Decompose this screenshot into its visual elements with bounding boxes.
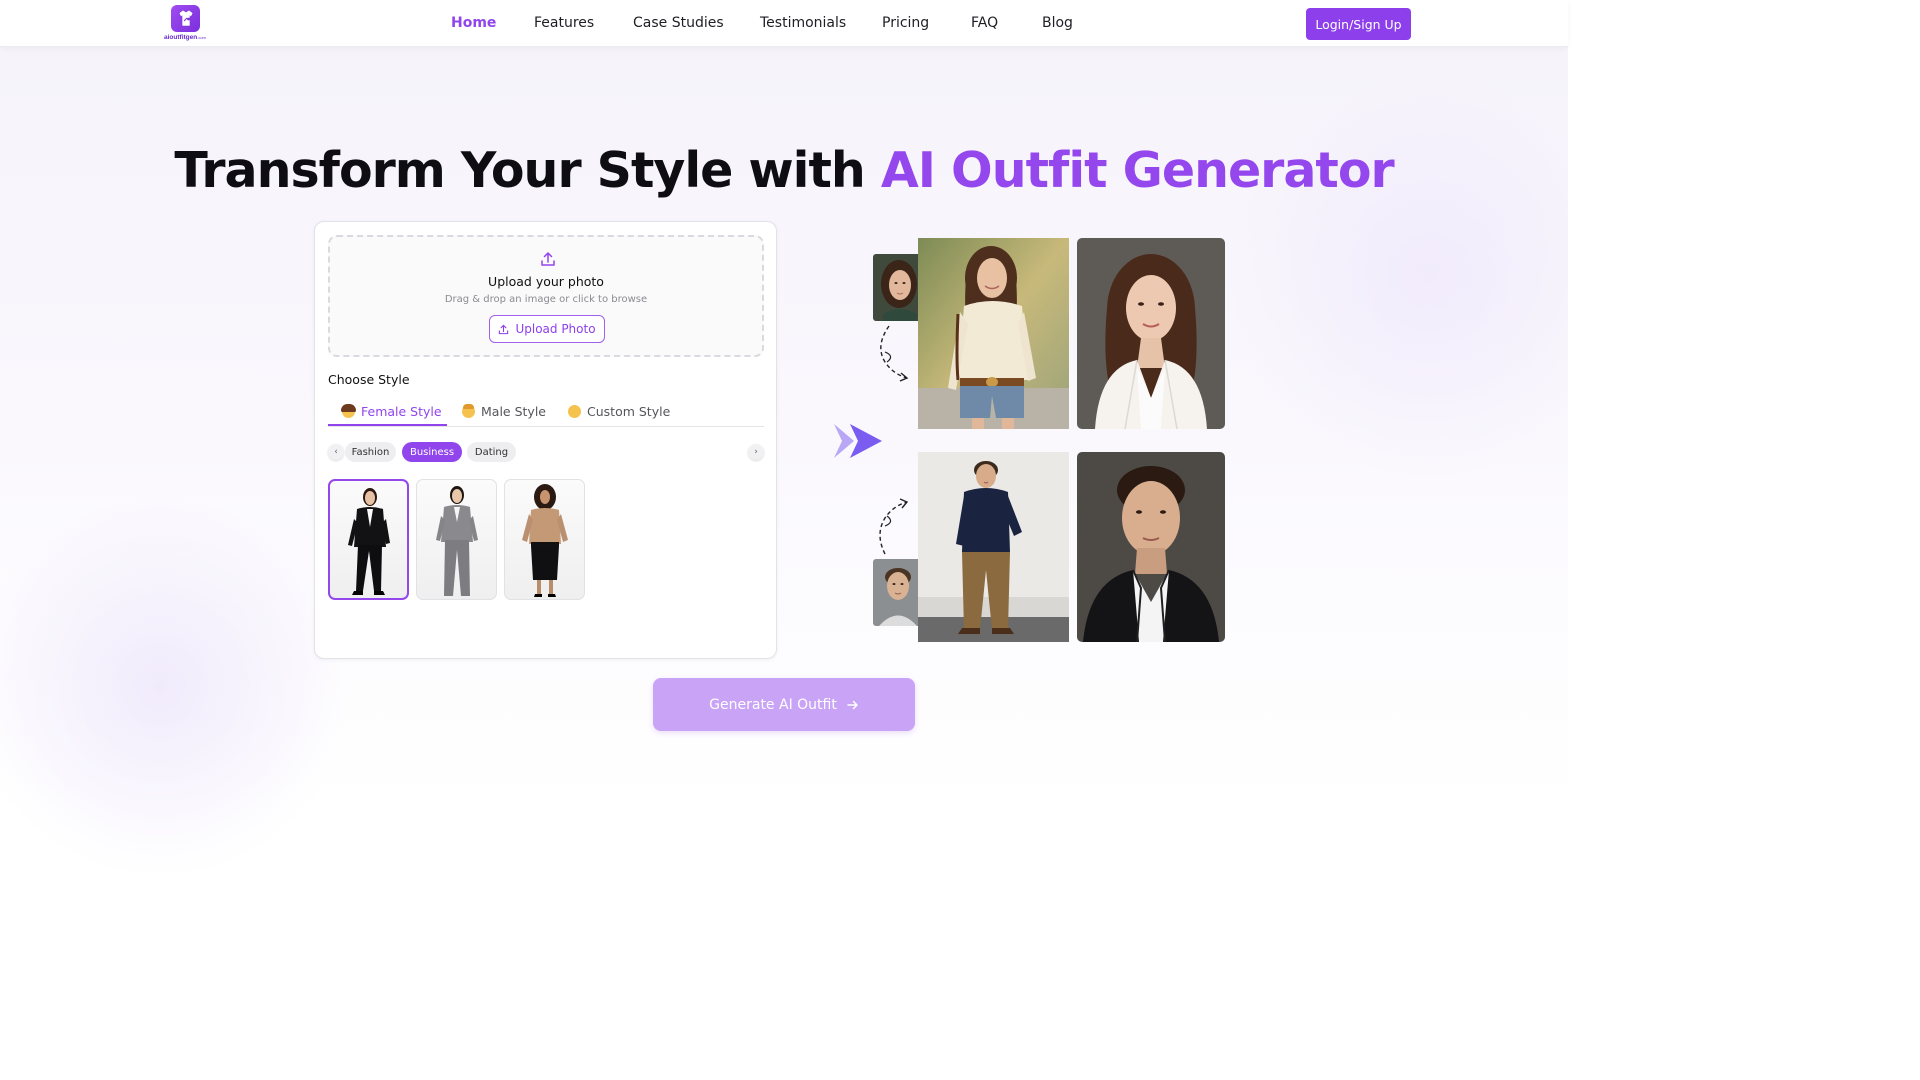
nav-pricing[interactable]: Pricing [882, 15, 929, 31]
nav-blog[interactable]: Blog [1042, 15, 1073, 31]
nav-case-studies[interactable]: Case Studies [633, 15, 724, 31]
chevron-right-icon[interactable]: › [748, 444, 764, 460]
nav-testimonials[interactable]: Testimonials [760, 15, 846, 31]
curved-arrow-up-icon [879, 498, 909, 555]
chip-dating[interactable]: Dating [467, 442, 516, 462]
outfit-thumb-satin-blouse[interactable] [504, 479, 585, 600]
double-chevron-right-icon [834, 424, 882, 458]
hero-title-accent: AI Outfit Generator [880, 142, 1395, 199]
style-category-chips: ‹ Fashion Business Dating › [328, 442, 764, 464]
tab-custom-style[interactable]: Custom Style [568, 404, 670, 419]
outfit-generator-card: Upload your photo Drag & drop an image o… [314, 221, 777, 659]
nav-features[interactable]: Features [534, 15, 594, 31]
input-selfie-man [873, 559, 923, 626]
woman-emoji-icon [341, 404, 356, 418]
chevron-left-icon[interactable]: ‹ [328, 444, 344, 460]
tab-female-style[interactable]: Female Style [341, 404, 442, 419]
man-emoji-icon [462, 404, 475, 418]
nav-home[interactable]: Home [451, 15, 496, 31]
source-outfit-woman [918, 238, 1069, 429]
tab-male-style[interactable]: Male Style [462, 404, 546, 419]
chip-fashion[interactable]: Fashion [345, 442, 396, 462]
style-tabs: Female Style Male Style Custom Style [328, 398, 764, 427]
upload-icon [541, 252, 555, 266]
hero-title-plain: Transform Your Style with [174, 142, 881, 199]
curved-arrow-down-icon [880, 325, 909, 382]
site-header: aioutfitgen.com Home Features Case Studi… [0, 0, 1568, 47]
upload-dropzone[interactable]: Upload your photo Drag & drop an image o… [328, 235, 764, 357]
tab-female-label: Female Style [361, 404, 442, 419]
outfit-thumb-black-suit[interactable] [328, 479, 409, 600]
hero-title: Transform Your Style with AI Outfit Gene… [0, 142, 1568, 199]
logo-mark-icon [171, 5, 200, 32]
source-outfit-man [918, 452, 1069, 642]
generate-outfit-label: Generate AI Outfit [709, 696, 837, 713]
upload-small-icon [499, 324, 509, 334]
active-tab-indicator [328, 424, 447, 426]
chip-business[interactable]: Business [402, 442, 462, 462]
choose-style-label: Choose Style [328, 372, 410, 387]
logo-text: aioutfitgen.com [164, 34, 206, 41]
upload-title: Upload your photo [488, 274, 604, 289]
arrow-right-icon [847, 700, 858, 709]
upload-photo-button[interactable]: Upload Photo [489, 315, 605, 343]
outfit-thumb-grey-suit[interactable] [416, 479, 497, 600]
tab-male-label: Male Style [481, 404, 546, 419]
nav-faq[interactable]: FAQ [971, 15, 998, 31]
site-logo[interactable]: aioutfitgen.com [164, 5, 210, 43]
upload-subtitle: Drag & drop an image or click to browse [444, 294, 648, 305]
generate-outfit-button[interactable]: Generate AI Outfit [653, 678, 915, 731]
custom-emoji-icon [568, 405, 581, 418]
result-portrait-man [1077, 452, 1225, 642]
login-signup-button[interactable]: Login/Sign Up [1306, 8, 1411, 40]
tab-custom-label: Custom Style [587, 404, 671, 419]
input-selfie-woman [873, 254, 923, 321]
result-portrait-woman [1077, 238, 1225, 429]
upload-photo-label: Upload Photo [515, 322, 596, 336]
